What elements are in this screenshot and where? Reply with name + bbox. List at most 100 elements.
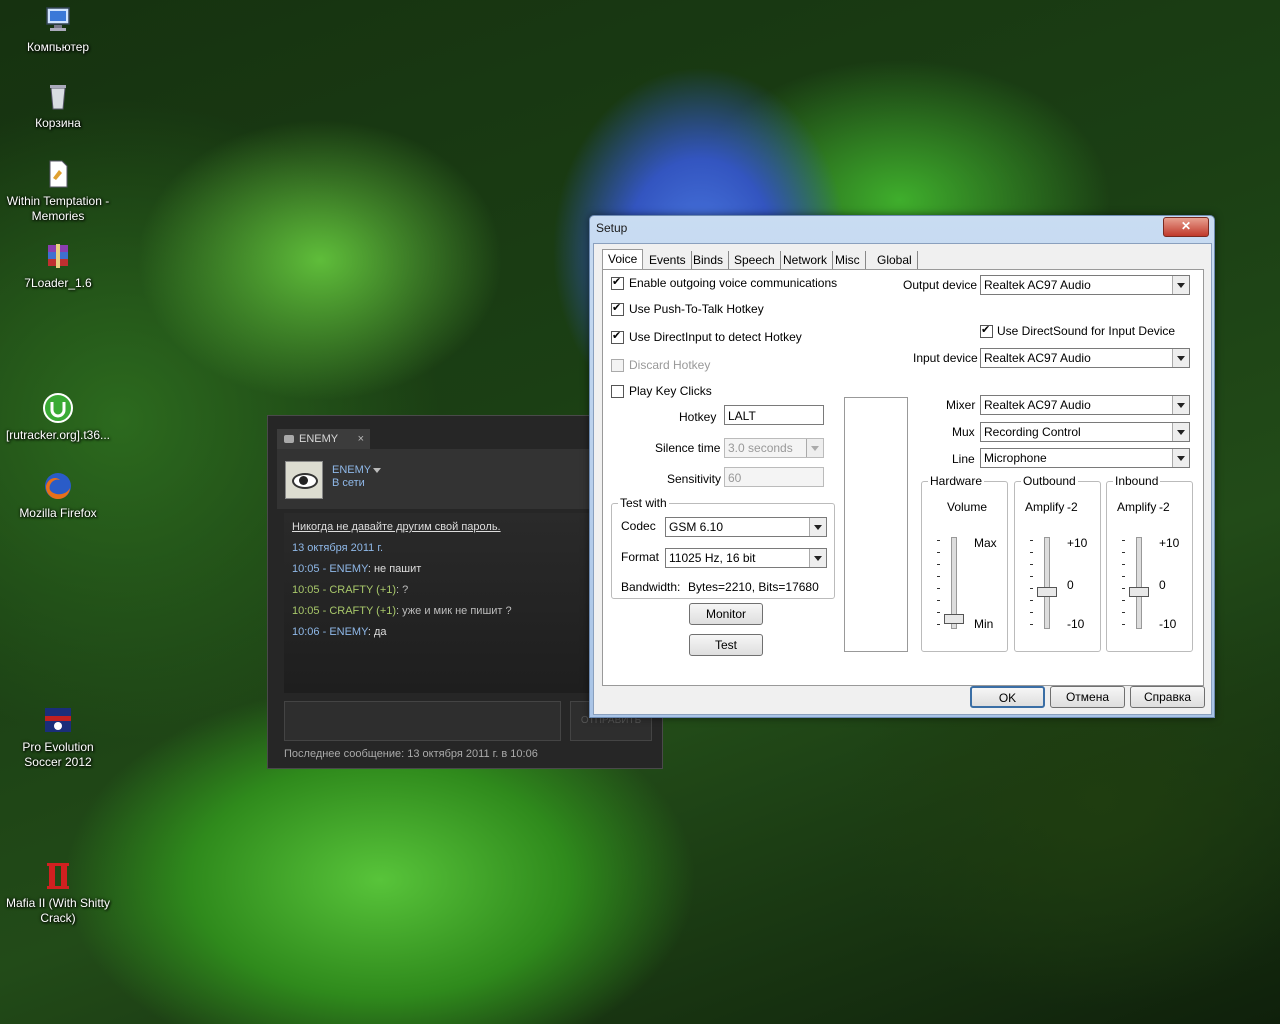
codec-select[interactable]: GSM 6.10 — [665, 517, 827, 537]
desktop-icon-label: Within Temptation - Memories — [6, 194, 110, 223]
mux-label: Mux — [952, 425, 975, 439]
discard-hotkey-label: Discard Hotkey — [629, 358, 711, 372]
output-device-select[interactable]: Realtek AC97 Audio — [980, 275, 1190, 295]
avatar[interactable] — [285, 461, 323, 499]
close-button[interactable]: ✕ — [1163, 217, 1209, 237]
mixer-select[interactable]: Realtek AC97 Audio — [980, 395, 1190, 415]
format-label: Format — [621, 550, 660, 564]
desktop-icon-label: Mozilla Firefox — [19, 506, 97, 520]
use-ptt-checkbox[interactable] — [611, 301, 624, 316]
bandwidth-label: Bandwidth: — [621, 580, 681, 594]
line-label: Line — [952, 452, 975, 466]
tab-events[interactable]: Events — [644, 251, 692, 269]
desktop-icon-mafia2[interactable]: Mafia II (With Shitty Crack) — [3, 860, 113, 926]
use-directinput-checkbox[interactable] — [611, 329, 624, 344]
desktop-icon-label: Корзина — [35, 116, 81, 130]
archive-icon — [48, 244, 68, 268]
chat-username[interactable]: ENEMY — [332, 464, 371, 476]
tab-binds[interactable]: Binds — [688, 251, 730, 269]
enable-outgoing-label: Enable outgoing voice communications — [629, 276, 838, 290]
use-directinput-label: Use DirectInput to detect Hotkey — [629, 330, 802, 344]
slider-thumb[interactable] — [1129, 587, 1149, 597]
level-meter — [844, 397, 908, 652]
chat-date: 13 октября 2011 г. — [292, 542, 384, 554]
chat-message: 10:05 - CRAFTY (+1): уже и мик не пишит … — [292, 605, 512, 617]
desktop-icon-firefox[interactable]: Mozilla Firefox — [3, 470, 113, 521]
chat-tab-label: ENEMY — [299, 433, 339, 445]
tab-misc[interactable]: Misc — [830, 251, 866, 269]
voice-panel: Enable outgoing voice communications Use… — [602, 269, 1204, 686]
dialog-client: Voice Events Binds Speech Network Misc G… — [593, 243, 1212, 715]
silence-time-label: Silence time — [655, 441, 721, 455]
inbound-group: Inbound Amplify -2 +10 0 -10 — [1106, 474, 1193, 652]
desktop-icon-pes2012[interactable]: Pro Evolution Soccer 2012 — [3, 704, 113, 770]
play-key-clicks-checkbox[interactable] — [611, 385, 624, 398]
enable-outgoing-checkbox[interactable] — [611, 275, 624, 290]
test-with-title: Test with — [618, 496, 669, 510]
chat-last-message: Последнее сообщение: 13 октября 2011 г. … — [284, 748, 538, 760]
tab-network[interactable]: Network — [778, 251, 834, 269]
hardware-group: Hardware Volume Max Min — [921, 474, 1008, 652]
desktop-icon-computer[interactable]: Компьютер — [3, 4, 113, 55]
ok-button[interactable]: OK — [970, 686, 1045, 708]
chat-message-input[interactable] — [284, 701, 561, 741]
play-key-clicks-label: Play Key Clicks — [629, 384, 712, 398]
desktop-icon-label: Компьютер — [26, 40, 90, 54]
test-button[interactable]: Test — [689, 634, 763, 656]
chat-tab-enemy[interactable]: ENEMY × — [277, 429, 370, 449]
desktop-icon-7loader[interactable]: 7Loader_1.6 — [3, 240, 113, 291]
utorrent-icon — [43, 393, 73, 423]
desktop-icon-label: [rutracker.org].t36... — [5, 428, 111, 442]
mafia-icon — [47, 863, 69, 889]
tab-global[interactable]: Global — [872, 251, 918, 269]
pes-icon — [45, 708, 71, 732]
tab-voice[interactable]: Voice — [602, 249, 644, 270]
input-device-select[interactable]: Realtek AC97 Audio — [980, 348, 1190, 368]
help-button[interactable]: Справка — [1130, 686, 1205, 708]
monitor-button[interactable]: Monitor — [689, 603, 763, 625]
outbound-group: Outbound Amplify -2 +10 0 -10 — [1014, 474, 1101, 652]
password-warning: Никогда не давайте другим свой пароль. — [292, 521, 501, 533]
use-directsound-checkbox[interactable] — [980, 323, 993, 338]
line-select[interactable]: Microphone — [980, 448, 1190, 468]
inbound-amplify-slider[interactable] — [1136, 537, 1142, 629]
chat-message: 10:05 - CRAFTY (+1): ? — [292, 584, 409, 596]
input-device-label: Input device — [913, 351, 978, 365]
slider-thumb[interactable] — [944, 614, 964, 624]
mux-select[interactable]: Recording Control — [980, 422, 1190, 442]
desktop-icon-label: Pro Evolution Soccer 2012 — [22, 740, 94, 769]
sensitivity-input[interactable]: 60 — [724, 467, 824, 487]
test-with-group: Test with Codec GSM 6.10 Format 11025 Hz… — [611, 496, 835, 599]
sensitivity-label: Sensitivity — [667, 472, 722, 486]
desktop-icon-rutracker[interactable]: [rutracker.org].t36... — [3, 392, 113, 443]
recycle-bin-icon — [50, 85, 66, 110]
close-icon[interactable]: × — [358, 429, 364, 449]
slider-thumb[interactable] — [1037, 587, 1057, 597]
discard-hotkey-checkbox[interactable] — [611, 359, 624, 372]
desktop-icon-label: 7Loader_1.6 — [24, 276, 92, 290]
desktop-icon-within-temptation[interactable]: Within Temptation - Memories — [3, 158, 113, 224]
document-icon — [49, 160, 68, 188]
tab-speech[interactable]: Speech — [729, 251, 781, 269]
codec-label: Codec — [621, 519, 656, 533]
format-select[interactable]: 11025 Hz, 16 bit — [665, 548, 827, 568]
bandwidth-value: Bytes=2210, Bits=17680 — [688, 580, 819, 594]
chevron-down-icon[interactable] — [373, 468, 381, 473]
outbound-amplify-slider[interactable] — [1044, 537, 1050, 629]
dialog-title: Setup — [596, 221, 628, 235]
desktop-icon-recycle-bin[interactable]: Корзина — [3, 80, 113, 131]
use-ptt-label: Use Push-To-Talk Hotkey — [629, 302, 764, 316]
computer-icon — [46, 7, 70, 31]
output-device-label: Output device — [903, 278, 978, 292]
chat-user-status: В сети — [332, 477, 365, 489]
chat-message: 10:05 - ENEMY: не пашит — [292, 563, 422, 575]
use-directsound-label: Use DirectSound for Input Device — [997, 324, 1176, 338]
chat-bubble-icon — [284, 435, 294, 443]
cancel-button[interactable]: Отмена — [1050, 686, 1125, 708]
hotkey-label: Hotkey — [679, 410, 717, 424]
hotkey-input[interactable]: LALT — [724, 405, 824, 425]
firefox-icon — [45, 473, 71, 500]
mixer-label: Mixer — [946, 398, 976, 412]
desktop-icon-label: Mafia II (With Shitty Crack) — [5, 896, 111, 925]
silence-time-select[interactable]: 3.0 seconds — [724, 438, 824, 458]
